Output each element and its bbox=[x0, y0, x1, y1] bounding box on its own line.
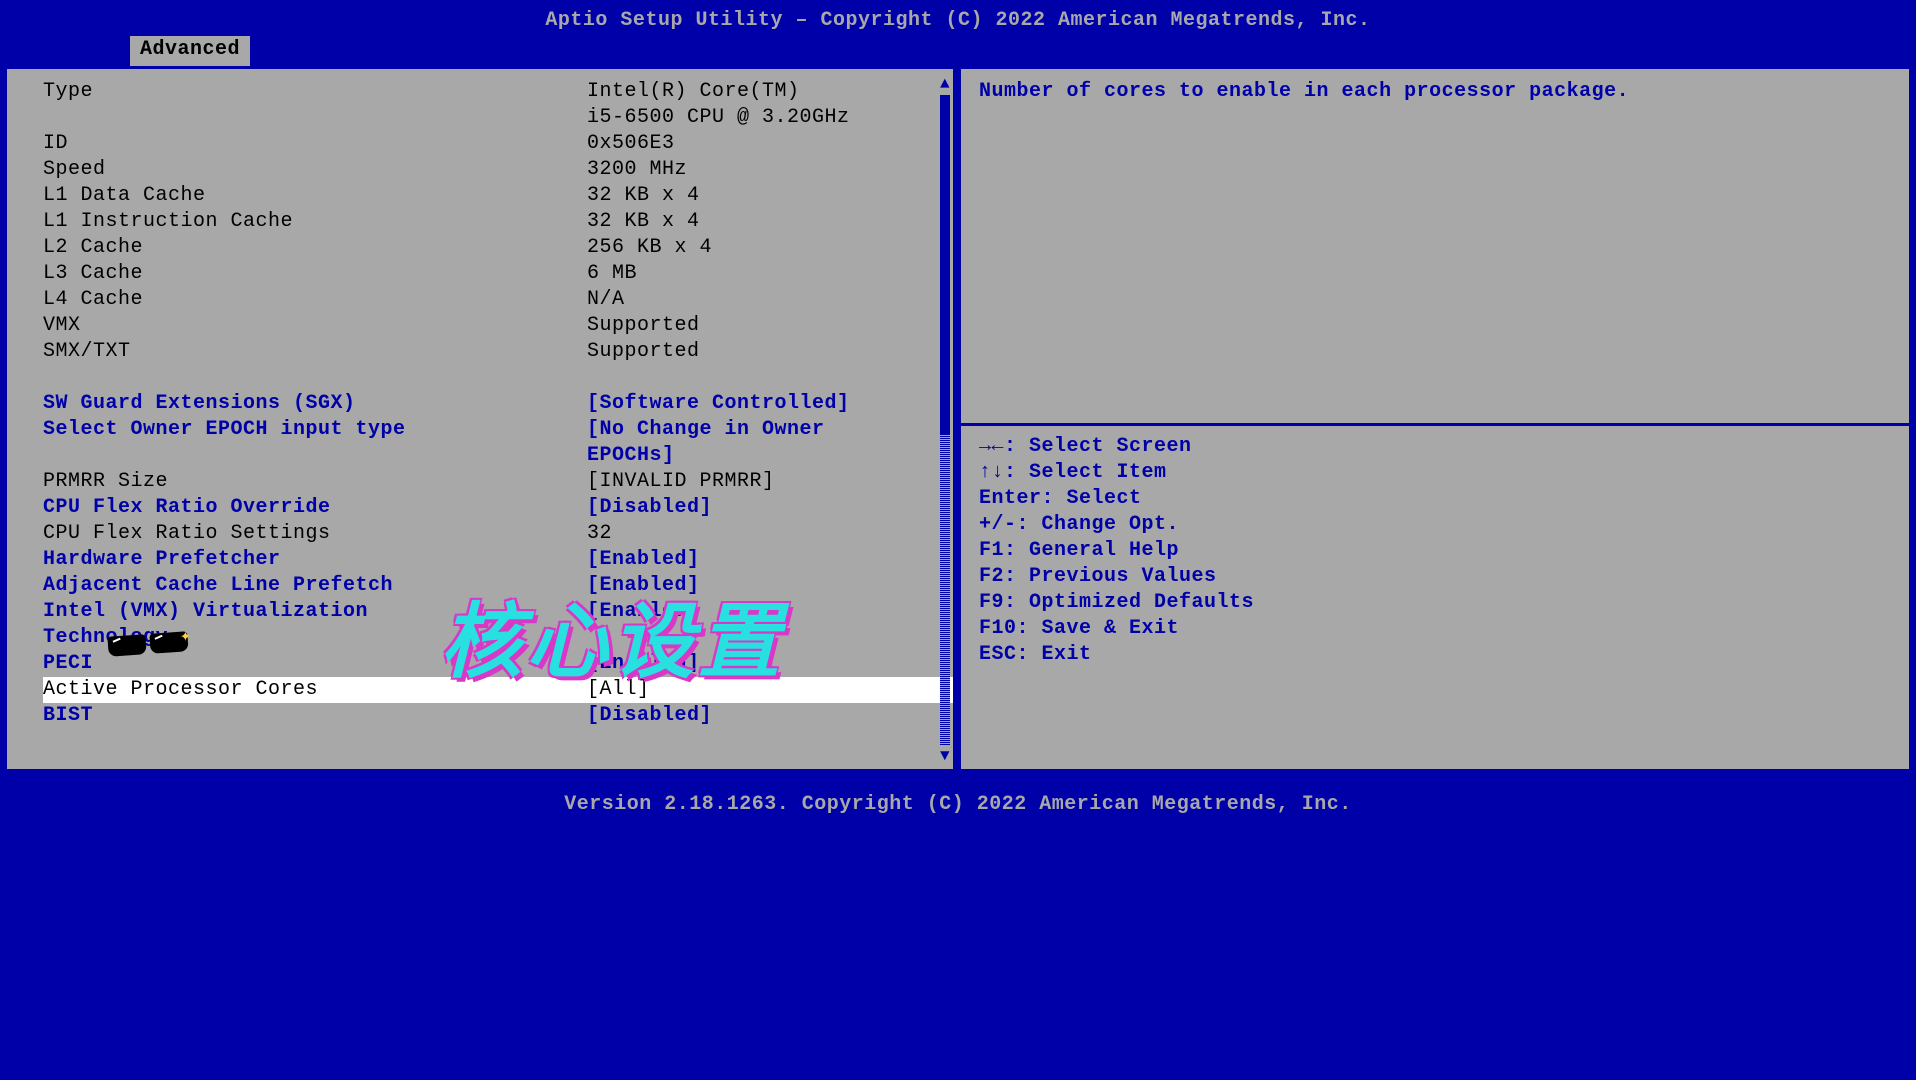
setting-label: L1 Instruction Cache bbox=[43, 209, 587, 235]
help-key-line: ESC: Exit bbox=[979, 642, 1895, 668]
setting-label: Select Owner EPOCH input type bbox=[43, 417, 587, 443]
help-key-line: F9: Optimized Defaults bbox=[979, 590, 1895, 616]
setting-row[interactable]: BIST[Disabled] bbox=[43, 703, 953, 729]
setting-label: Technology bbox=[43, 625, 587, 651]
footer-version: Version 2.18.1263. Copyright (C) 2022 Am… bbox=[0, 772, 1916, 818]
setting-value: Supported bbox=[587, 313, 953, 339]
header-title: Aptio Setup Utility – Copyright (C) 2022… bbox=[0, 0, 1916, 36]
setting-value: N/A bbox=[587, 287, 953, 313]
setting-label: Hardware Prefetcher bbox=[43, 547, 587, 573]
scroll-track[interactable] bbox=[940, 95, 950, 745]
info-row: SMX/TXTSupported bbox=[43, 339, 953, 365]
setting-value: [INVALID PRMRR] bbox=[587, 469, 953, 495]
setting-row[interactable]: Intel (VMX) Virtualization[Enabled] bbox=[43, 599, 953, 625]
help-key-line: Enter: Select bbox=[979, 486, 1895, 512]
help-panel: Number of cores to enable in each proces… bbox=[958, 66, 1912, 772]
setting-label: CPU Flex Ratio Settings bbox=[43, 521, 587, 547]
setting-row: CPU Flex Ratio Settings32 bbox=[43, 521, 953, 547]
info-row: L3 Cache6 MB bbox=[43, 261, 953, 287]
setting-label: L3 Cache bbox=[43, 261, 587, 287]
info-row: L2 Cache256 KB x 4 bbox=[43, 235, 953, 261]
setting-value: [No Change in Owner bbox=[587, 417, 953, 443]
setting-value: 32 bbox=[587, 521, 953, 547]
setting-value bbox=[587, 625, 953, 651]
setting-label: ID bbox=[43, 131, 587, 157]
setting-value: Intel(R) Core(TM) bbox=[587, 79, 953, 105]
help-divider bbox=[961, 423, 1912, 426]
setting-value: Supported bbox=[587, 339, 953, 365]
setting-row[interactable]: Adjacent Cache Line Prefetch[Enabled] bbox=[43, 573, 953, 599]
setting-label: Intel (VMX) Virtualization bbox=[43, 599, 587, 625]
scrollbar[interactable]: ▲ ▼ bbox=[939, 75, 951, 767]
setting-label: Speed bbox=[43, 157, 587, 183]
setting-label: CPU Flex Ratio Override bbox=[43, 495, 587, 521]
setting-row[interactable]: Hardware Prefetcher[Enabled] bbox=[43, 547, 953, 573]
setting-row: Technology bbox=[43, 625, 953, 651]
setting-value: [Disabled] bbox=[587, 495, 953, 521]
setting-label: Type bbox=[43, 79, 587, 105]
info-row: L1 Instruction Cache32 KB x 4 bbox=[43, 209, 953, 235]
setting-value: 3200 MHz bbox=[587, 157, 953, 183]
setting-label: L4 Cache bbox=[43, 287, 587, 313]
info-row: TypeIntel(R) Core(TM) bbox=[43, 79, 953, 105]
info-row: L4 CacheN/A bbox=[43, 287, 953, 313]
setting-label: VMX bbox=[43, 313, 587, 339]
setting-value: [Enabled] bbox=[587, 599, 953, 625]
setting-value: i5-6500 CPU @ 3.20GHz bbox=[587, 105, 953, 131]
help-key-line: F2: Previous Values bbox=[979, 564, 1895, 590]
setting-label bbox=[43, 105, 587, 131]
setting-value: [Software Controlled] bbox=[587, 391, 953, 417]
info-row: VMXSupported bbox=[43, 313, 953, 339]
help-key-line: F10: Save & Exit bbox=[979, 616, 1895, 642]
setting-value: [Enabled] bbox=[587, 547, 953, 573]
setting-row[interactable]: Select Owner EPOCH input type[No Change … bbox=[43, 417, 953, 443]
setting-label: Active Processor Cores bbox=[43, 677, 587, 703]
setting-label bbox=[43, 443, 587, 469]
setting-row: EPOCHs] bbox=[43, 443, 953, 469]
info-row: ID0x506E3 bbox=[43, 131, 953, 157]
setting-label: L2 Cache bbox=[43, 235, 587, 261]
setting-label: PRMRR Size bbox=[43, 469, 587, 495]
help-keys: →←: Select Screen↑↓: Select ItemEnter: S… bbox=[979, 434, 1895, 668]
tab-row: Advanced bbox=[0, 36, 1916, 64]
main-area: TypeIntel(R) Core(TM)i5-6500 CPU @ 3.20G… bbox=[4, 66, 1912, 772]
setting-row[interactable]: PECI[Enabled] bbox=[43, 651, 953, 677]
setting-value: 6 MB bbox=[587, 261, 953, 287]
scroll-thumb[interactable] bbox=[940, 95, 950, 435]
setting-value: 256 KB x 4 bbox=[587, 235, 953, 261]
setting-label: BIST bbox=[43, 703, 587, 729]
setting-value: 0x506E3 bbox=[587, 131, 953, 157]
info-row: i5-6500 CPU @ 3.20GHz bbox=[43, 105, 953, 131]
info-row: Speed3200 MHz bbox=[43, 157, 953, 183]
selected-setting-row[interactable]: Active Processor Cores[All] bbox=[43, 677, 953, 703]
setting-value: 32 KB x 4 bbox=[587, 183, 953, 209]
scroll-down-icon[interactable]: ▼ bbox=[939, 747, 951, 765]
setting-value: [Disabled] bbox=[587, 703, 953, 729]
setting-label: SMX/TXT bbox=[43, 339, 587, 365]
scroll-up-icon[interactable]: ▲ bbox=[939, 75, 951, 93]
blank-row bbox=[43, 365, 953, 391]
setting-row[interactable]: CPU Flex Ratio Override[Disabled] bbox=[43, 495, 953, 521]
setting-row[interactable]: SW Guard Extensions (SGX)[Software Contr… bbox=[43, 391, 953, 417]
setting-value: [Enabled] bbox=[587, 573, 953, 599]
settings-panel: TypeIntel(R) Core(TM)i5-6500 CPU @ 3.20G… bbox=[4, 66, 956, 772]
tab-advanced[interactable]: Advanced bbox=[130, 36, 250, 66]
help-key-line: ↑↓: Select Item bbox=[979, 460, 1895, 486]
setting-value: 32 KB x 4 bbox=[587, 209, 953, 235]
setting-value: [Enabled] bbox=[587, 651, 953, 677]
info-row: L1 Data Cache32 KB x 4 bbox=[43, 183, 953, 209]
setting-value: EPOCHs] bbox=[587, 443, 953, 469]
help-key-line: +/-: Change Opt. bbox=[979, 512, 1895, 538]
setting-label: Adjacent Cache Line Prefetch bbox=[43, 573, 587, 599]
setting-row: PRMRR Size[INVALID PRMRR] bbox=[43, 469, 953, 495]
setting-value: [All] bbox=[587, 677, 953, 703]
help-key-line: →←: Select Screen bbox=[979, 434, 1895, 460]
help-key-line: F1: General Help bbox=[979, 538, 1895, 564]
setting-label: PECI bbox=[43, 651, 587, 677]
help-description: Number of cores to enable in each proces… bbox=[979, 79, 1895, 105]
setting-label: L1 Data Cache bbox=[43, 183, 587, 209]
setting-label: SW Guard Extensions (SGX) bbox=[43, 391, 587, 417]
